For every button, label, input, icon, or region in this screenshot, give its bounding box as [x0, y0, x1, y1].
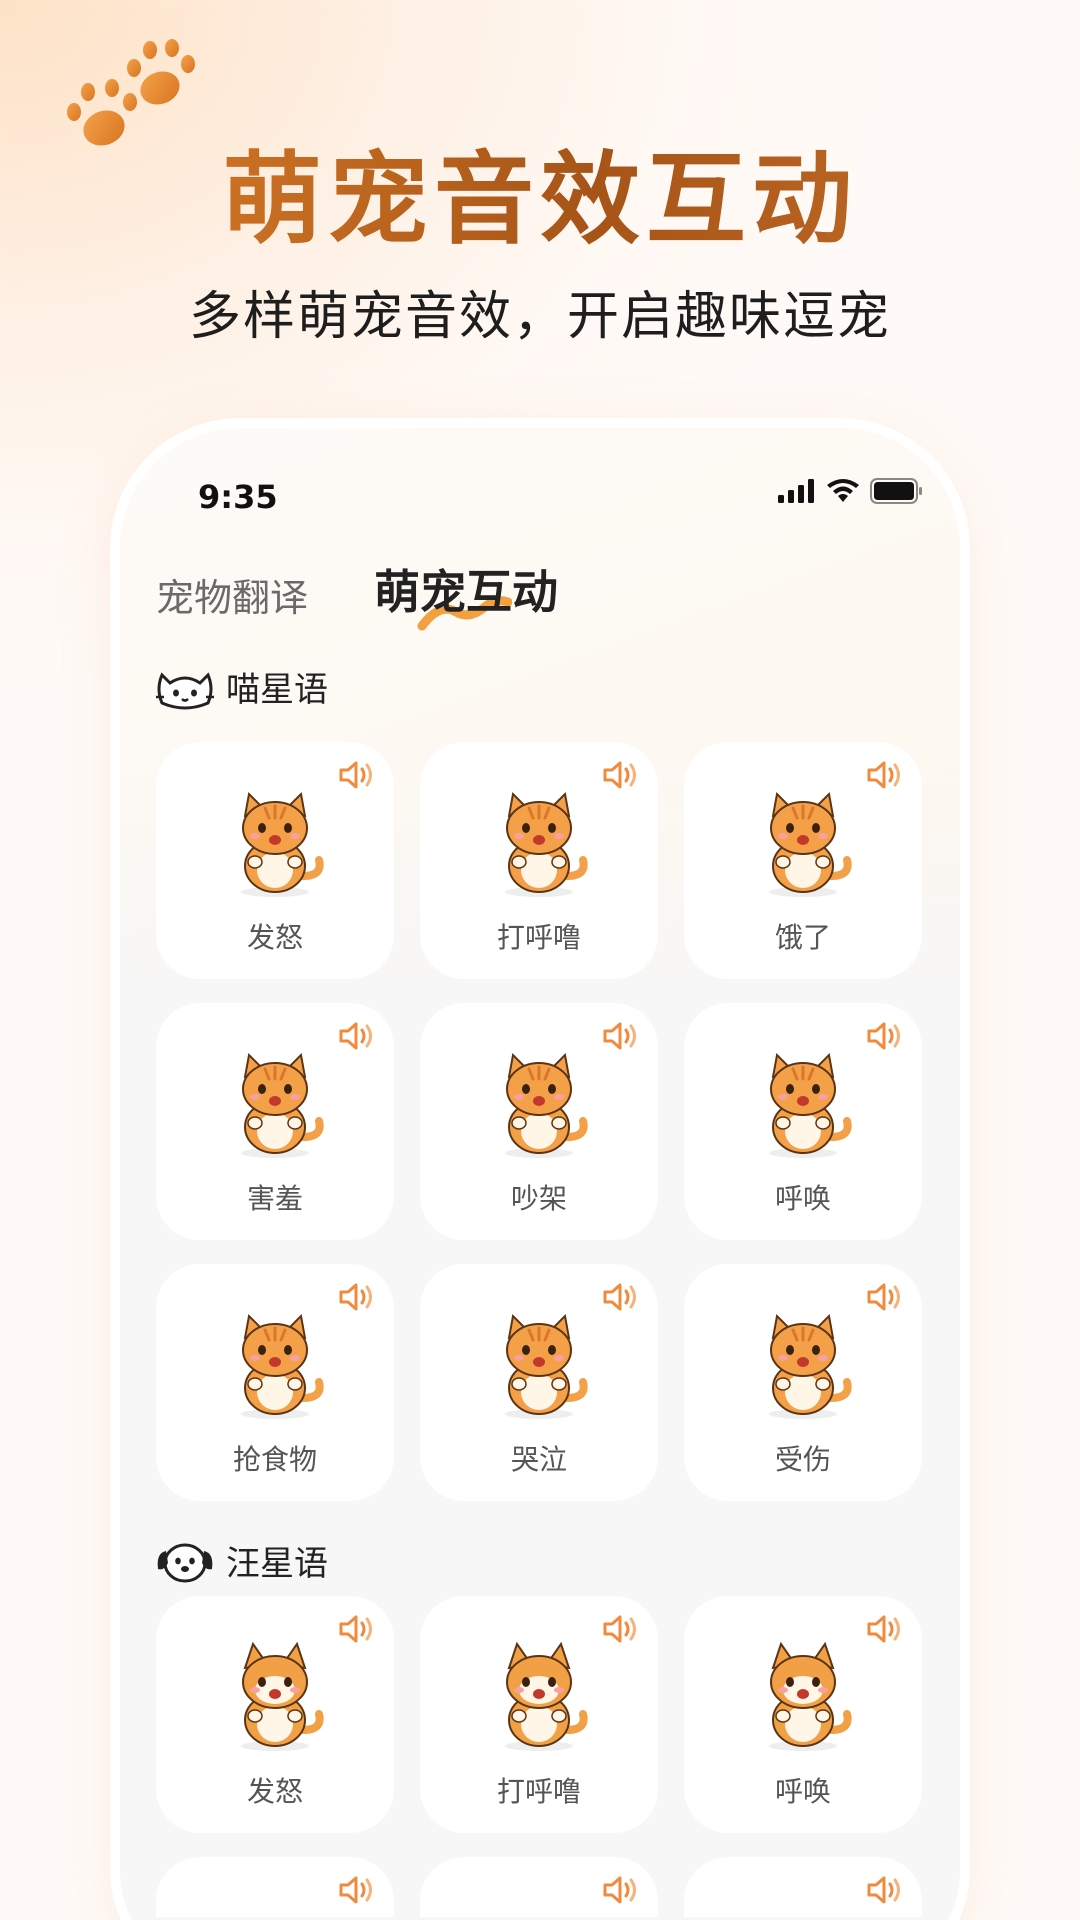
speaker-icon[interactable] — [338, 1612, 376, 1646]
speaker-icon[interactable] — [866, 1873, 904, 1907]
wifi-icon — [827, 479, 859, 502]
speaker-icon[interactable] — [602, 1612, 640, 1646]
sound-card[interactable]: 发怒 — [156, 742, 394, 979]
speaker-icon[interactable] — [602, 1019, 640, 1053]
status-icons — [778, 478, 924, 504]
sound-card-label: 发怒 — [246, 1775, 303, 1808]
sound-card-label: 害羞 — [246, 1182, 303, 1215]
sound-card-label: 饿了 — [774, 921, 831, 954]
speaker-icon[interactable] — [602, 758, 640, 792]
sound-card-label: 发怒 — [246, 921, 303, 954]
sound-card-label: 抢食物 — [232, 1443, 317, 1476]
section-title-dog: 汪星语 — [226, 1544, 328, 1584]
section-header-cat: 喵星语 — [154, 662, 328, 711]
sound-card[interactable]: 受伤 — [684, 1264, 922, 1501]
cat-sound-grid: 发怒 打呼噜 饿了害羞 吵架 呼唤抢食物 哭泣 受伤 — [156, 742, 922, 1501]
cat-injured-icon — [769, 1313, 852, 1419]
cat-shy-icon — [241, 1052, 324, 1158]
sound-card-label: 呼唤 — [774, 1182, 831, 1215]
dog-sound-grid: 发怒 打呼噜 呼唤 — [156, 1596, 922, 1917]
sound-card-label: 受伤 — [774, 1443, 831, 1476]
cat-calling-icon — [769, 1052, 852, 1158]
section-title-cat: 喵星语 — [226, 670, 328, 710]
dog-sleeping-icon — [505, 1641, 588, 1751]
cat-crying-icon — [505, 1313, 588, 1419]
sound-card[interactable]: 打呼噜 — [420, 1596, 658, 1833]
dog-angry-icon — [241, 1641, 324, 1751]
sound-card[interactable]: 呼唤 — [684, 1596, 922, 1833]
section-header-dog: 汪星语 — [154, 1536, 328, 1585]
phone-mockup: 9:35 宠物翻译 萌宠互动 喵星语 发怒 打呼噜 饿了 害羞 吵架 呼唤 抢食… — [120, 428, 960, 1920]
speaker-icon[interactable] — [338, 1280, 376, 1314]
speaker-icon[interactable] — [866, 1280, 904, 1314]
status-time: 9:35 — [198, 478, 278, 516]
cat-angry-icon — [241, 791, 324, 897]
promo-subtitle: 多样萌宠音效，开启趣味逗宠 — [188, 287, 891, 347]
speaker-icon[interactable] — [602, 1280, 640, 1314]
sound-card-label: 吵架 — [510, 1182, 567, 1215]
sound-card[interactable]: 饿了 — [684, 742, 922, 979]
cat-quarrel-icon — [505, 1052, 588, 1158]
sound-card[interactable]: 哭泣 — [420, 1264, 658, 1501]
speaker-icon[interactable] — [338, 1019, 376, 1053]
cat-grab-food-icon — [241, 1313, 324, 1419]
signal-icon — [778, 479, 814, 503]
cat-hungry-icon — [769, 791, 852, 897]
speaker-icon[interactable] — [866, 1612, 904, 1646]
tab-pet-translate[interactable]: 宠物翻译 — [156, 567, 308, 622]
sound-card[interactable]: 呼唤 — [684, 1003, 922, 1240]
sound-card[interactable]: 吵架 — [420, 1003, 658, 1240]
promo-title: 萌宠音效互动 — [0, 118, 1080, 263]
sound-card-label: 打呼噜 — [496, 1775, 581, 1808]
sound-card[interactable]: 发怒 — [156, 1596, 394, 1833]
dog-face-icon — [157, 1543, 213, 1582]
speaker-icon[interactable] — [338, 758, 376, 792]
speaker-icon[interactable] — [866, 758, 904, 792]
sound-card-label: 哭泣 — [510, 1443, 567, 1476]
tab-bar: 宠物翻译 萌宠互动 — [156, 556, 559, 631]
cat-sleeping-icon — [505, 791, 588, 897]
sound-card-label: 呼唤 — [774, 1775, 831, 1808]
sound-card-partial[interactable] — [156, 1857, 394, 1917]
dog-calling-icon — [769, 1641, 852, 1751]
cat-face-icon — [156, 671, 214, 709]
tab-pet-interaction[interactable]: 萌宠互动 — [374, 556, 559, 631]
speaker-icon[interactable] — [338, 1873, 376, 1907]
sound-card[interactable]: 害羞 — [156, 1003, 394, 1240]
speaker-icon[interactable] — [602, 1873, 640, 1907]
sound-card-partial[interactable] — [420, 1857, 658, 1917]
sound-card-partial[interactable] — [684, 1857, 922, 1917]
sound-card[interactable]: 打呼噜 — [420, 742, 658, 979]
sound-card[interactable]: 抢食物 — [156, 1264, 394, 1501]
sound-card-label: 打呼噜 — [496, 921, 581, 954]
speaker-icon[interactable] — [866, 1019, 904, 1053]
tab-active-label: 萌宠互动 — [374, 565, 559, 619]
battery-icon — [870, 478, 922, 504]
